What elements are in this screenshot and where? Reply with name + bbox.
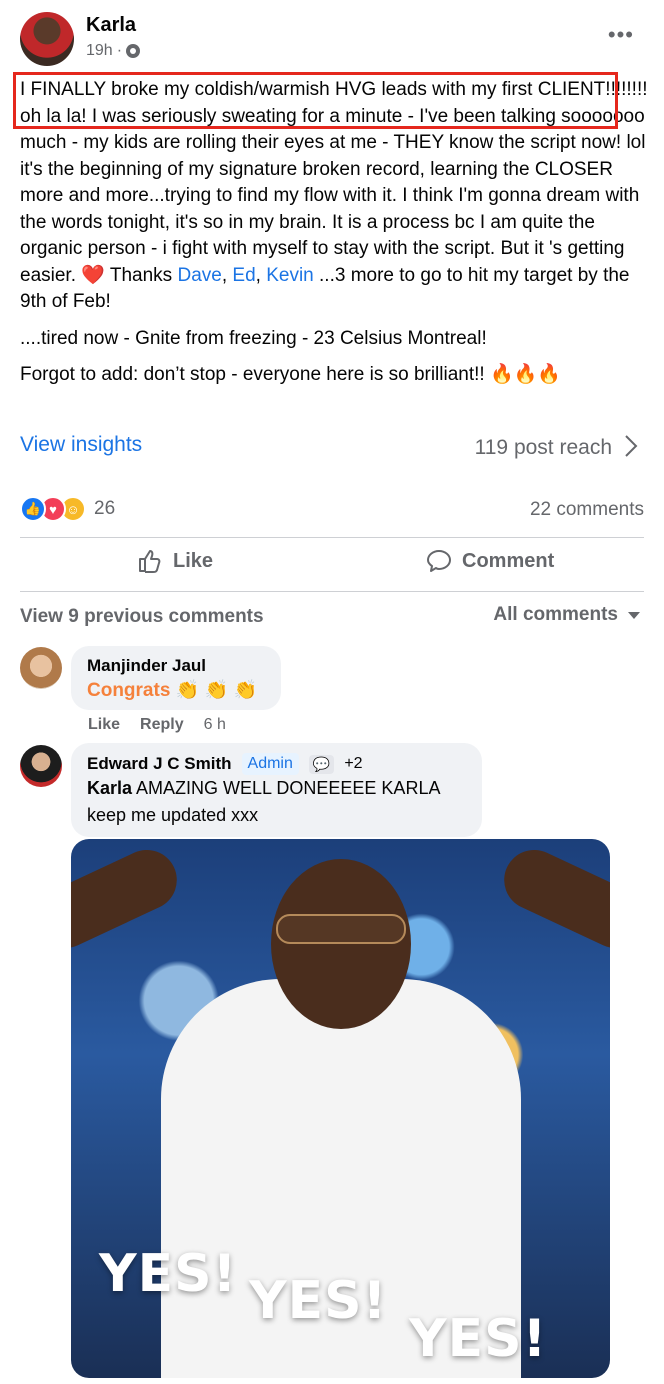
commenter-avatar[interactable] [20,647,62,689]
gif-arm [494,840,610,958]
reaction-count: 26 [94,498,116,519]
more-options-icon[interactable]: ••• [608,24,634,46]
like-label: Like [173,549,214,572]
comments-filter[interactable]: All comments [493,604,640,626]
heart-emoji: ❤️ [81,264,105,286]
tag-kevin[interactable]: Kevin [266,265,314,286]
comment-actions: Like Reply 6 h [88,716,226,734]
comment-congrats-text: Congrats [87,680,171,701]
comment-text: Karla AMAZING WELL DONEEEEE KARLA keep m… [87,775,466,829]
admin-badge[interactable]: Admin [241,753,299,775]
fire-emoji: 🔥🔥🔥 [489,364,561,385]
more-badges-count[interactable]: +2 [344,755,362,773]
comment-bubble: Manjinder Jaul Congrats 👏 👏 👏 [71,646,281,710]
chevron-right-icon[interactable] [624,434,638,458]
post-meta: 19h · [86,42,141,60]
comment-gif[interactable]: YES! YES! YES! [71,839,610,1378]
caret-down-icon [628,611,640,619]
like-reaction-icon: 👍 [20,496,46,522]
post-reach[interactable]: 119 post reach [475,436,612,460]
post-paragraph-3-text: Forgot to add: don’t stop - everyone her… [20,364,485,385]
divider [20,591,644,592]
post-author-name[interactable]: Karla [86,14,136,37]
comment-label: Comment [462,549,555,572]
post-time[interactable]: 19h [86,42,113,60]
like-button[interactable]: Like [137,548,213,574]
gif-arm [71,840,187,958]
comments-count[interactable]: 22 comments [530,499,644,521]
comment-text: Congrats 👏 👏 👏 [87,678,265,702]
comment-like-button[interactable]: Like [88,716,120,734]
reactions-summary[interactable]: 👍 ♥ ☺ 26 [20,496,115,522]
post-author-avatar[interactable] [20,12,74,66]
commenter-header: Edward J C Smith Admin 💬 +2 [87,753,466,775]
view-insights-link[interactable]: View insights [20,433,142,457]
gif-caption: YES! [99,1244,238,1304]
comment-reply-button[interactable]: Reply [140,716,184,734]
thumbs-up-icon [139,550,161,573]
thanks-prefix: Thanks [109,264,173,286]
comment-button[interactable]: Comment [426,548,554,574]
comment-time[interactable]: 6 h [204,716,226,734]
post-paragraph-2: ....tired now - Gnite from freezing - 23… [20,327,487,349]
tag-ed[interactable]: Ed [232,265,255,286]
post-paragraph-3: Forgot to add: don’t stop - everyone her… [20,362,650,389]
comments-filter-label: All comments [493,604,618,625]
divider [20,537,644,538]
comment-body-text: AMAZING WELL DONEEEEE KARLA keep me upda… [87,778,440,825]
audience-icon[interactable] [126,44,141,58]
post-paragraph-1: I FINALLY broke my coldish/warmish HVG l… [20,79,648,312]
meta-separator: · [116,42,123,59]
clap-emoji: 👏 👏 👏 [175,680,258,701]
commenter-name[interactable]: Manjinder Jaul [87,656,265,676]
chat-badge-icon[interactable]: 💬 [308,754,335,774]
gif-head [271,859,411,1029]
post-main-text: I FINALLY broke my coldish/warmish HVG l… [20,79,648,286]
view-previous-comments[interactable]: View 9 previous comments [20,606,264,628]
gif-sunglasses [276,914,406,944]
gif-caption: YES! [409,1309,548,1369]
post-text: I FINALLY broke my coldish/warmish HVG l… [20,77,650,399]
comment-bubble: Edward J C Smith Admin 💬 +2 Karla AMAZIN… [71,743,482,837]
comment-mention[interactable]: Karla [87,778,132,798]
commenter-avatar[interactable] [20,745,62,787]
comment-icon [427,550,451,572]
tag-dave[interactable]: Dave [177,265,221,286]
commenter-name[interactable]: Edward J C Smith [87,754,232,774]
gif-caption: YES! [249,1271,388,1331]
